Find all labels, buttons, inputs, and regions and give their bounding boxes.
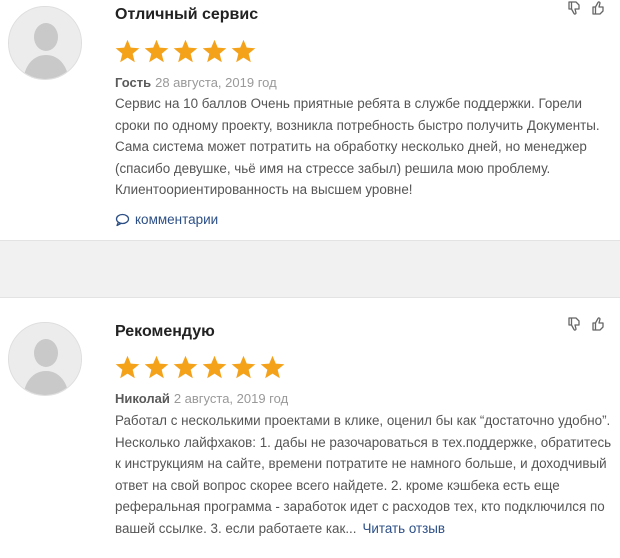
thumb-down-icon[interactable] — [566, 0, 582, 16]
thumb-up-icon[interactable] — [590, 316, 606, 332]
comments-label: комментарии — [135, 212, 219, 227]
review-text: Работал с несколькими проектами в клике,… — [115, 410, 615, 539]
review-divider — [0, 240, 620, 298]
review-text: Сервис на 10 баллов Очень приятные ребят… — [115, 96, 600, 197]
review-card: Рекомендую Николай 2 августа, 2019 год Ра… — [0, 298, 620, 558]
star-icon — [202, 39, 227, 63]
avatar — [8, 322, 82, 396]
star-icon — [144, 39, 169, 63]
avatar — [8, 6, 82, 80]
star-icon — [173, 355, 198, 379]
thumb-down-icon[interactable] — [566, 316, 582, 332]
review-meta: Николай 2 августа, 2019 год — [115, 391, 288, 406]
star-icon — [202, 355, 227, 379]
star-icon — [115, 355, 140, 379]
read-more-link[interactable]: Читать отзыв — [363, 521, 446, 536]
star-icon — [231, 355, 256, 379]
review-title: Отличный сервис — [115, 6, 259, 23]
star-icon — [144, 355, 169, 379]
vote-buttons — [566, 316, 606, 332]
author-name: Гость — [115, 75, 152, 90]
rating-stars — [114, 38, 257, 66]
star-icon — [115, 39, 140, 63]
review-card: Отличный сервис Гость 28 августа, 2019 го… — [0, 0, 620, 240]
comment-icon — [115, 213, 130, 226]
review-meta: Гость 28 августа, 2019 год — [115, 75, 277, 90]
review-title: Рекомендую — [115, 323, 215, 340]
comments-link[interactable]: комментарии — [115, 212, 218, 227]
review-date: 2 августа, 2019 год — [173, 391, 289, 406]
review-date: 28 августа, 2019 год — [155, 75, 277, 90]
star-icon — [260, 355, 285, 379]
review-text-body: Работал с несколькими проектами в клике,… — [115, 413, 612, 536]
vote-buttons — [566, 0, 606, 16]
thumb-up-icon[interactable] — [590, 0, 606, 16]
rating-stars — [114, 354, 286, 382]
star-icon — [231, 39, 256, 63]
author-name: Николай — [115, 391, 170, 406]
star-icon — [173, 39, 198, 63]
